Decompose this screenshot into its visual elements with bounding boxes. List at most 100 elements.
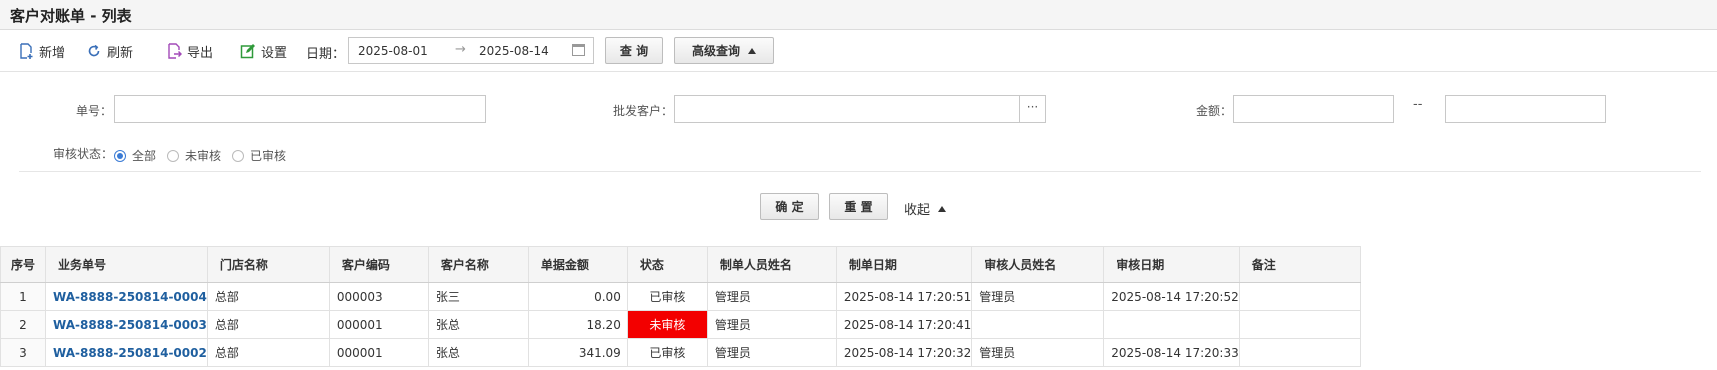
row-index: 2 bbox=[0, 310, 46, 339]
status-cell-unreviewed: 未审核 bbox=[626, 310, 708, 339]
table-row[interactable]: 1 WA-8888-250814-0004 总部 000003 张三 0.00 … bbox=[0, 282, 1361, 311]
status-cell: 已审核 bbox=[626, 338, 708, 367]
row-index: 1 bbox=[0, 282, 46, 311]
status-option-label: 已审核 bbox=[250, 149, 287, 163]
add-button[interactable]: 新增 bbox=[18, 40, 65, 62]
calendar-icon[interactable] bbox=[572, 44, 585, 56]
reset-label: 重 置 bbox=[844, 200, 873, 214]
creator-cell: 管理员 bbox=[706, 282, 837, 311]
column-header[interactable]: 单据金额 bbox=[527, 246, 628, 283]
status-radio-reviewed[interactable]: 已审核 bbox=[232, 147, 286, 164]
status-radio-all[interactable]: 全部 bbox=[114, 147, 156, 164]
created-date-cell: 2025-08-14 17:20:32 bbox=[835, 338, 973, 367]
title-bar: 客户对账单 - 列表 bbox=[0, 0, 1717, 30]
status-option-label: 未审核 bbox=[185, 149, 222, 163]
remark-cell bbox=[1238, 310, 1361, 339]
customer-picker-button[interactable]: ··· bbox=[1020, 95, 1046, 123]
column-header[interactable]: 制单日期 bbox=[835, 246, 973, 283]
add-document-icon bbox=[20, 43, 33, 59]
date-range-picker[interactable]: 2025-08-01 → 2025-08-14 bbox=[348, 37, 594, 64]
toolbar: 新增 刷新 导出 设置 日期： 2025-08-01 → 2025-08-14 … bbox=[0, 30, 1717, 72]
amount-cell: 18.20 bbox=[527, 310, 628, 339]
export-button[interactable]: 导出 bbox=[166, 40, 213, 62]
amount-label: 金额： bbox=[1196, 104, 1233, 118]
confirm-label: 确 定 bbox=[775, 200, 804, 214]
export-icon bbox=[168, 43, 182, 59]
collapse-toggle[interactable]: 收起 bbox=[904, 199, 947, 218]
reviewer-cell: 管理员 bbox=[971, 338, 1105, 367]
date-from-field[interactable]: 2025-08-01 bbox=[358, 44, 428, 58]
amount-from-input[interactable] bbox=[1233, 95, 1394, 123]
created-date-cell: 2025-08-14 17:20:51 bbox=[835, 282, 973, 311]
table-row[interactable]: 2 WA-8888-250814-0003 总部 000001 张总 18.20… bbox=[0, 310, 1361, 339]
radio-empty-icon bbox=[167, 149, 179, 162]
refresh-button[interactable]: 刷新 bbox=[86, 40, 133, 62]
created-date-cell: 2025-08-14 17:20:41 bbox=[835, 310, 973, 339]
radio-empty-icon bbox=[232, 149, 244, 162]
reset-button[interactable]: 重 置 bbox=[829, 193, 888, 220]
creator-cell: 管理员 bbox=[706, 338, 837, 367]
advanced-query-button[interactable]: 高级查询 bbox=[674, 37, 774, 64]
column-header[interactable]: 审核日期 bbox=[1103, 246, 1240, 283]
row-index: 3 bbox=[0, 338, 46, 367]
amount-separator: -- bbox=[1413, 97, 1423, 112]
column-header[interactable]: 客户编码 bbox=[328, 246, 429, 283]
status-radio-unreviewed[interactable]: 未审核 bbox=[167, 147, 221, 164]
column-header[interactable]: 状态 bbox=[626, 246, 708, 283]
column-header[interactable]: 备注 bbox=[1238, 246, 1361, 283]
order-no-input[interactable] bbox=[114, 95, 486, 123]
customer-label: 批发客户： bbox=[613, 104, 674, 118]
date-to-field[interactable]: 2025-08-14 bbox=[479, 44, 549, 58]
order-no-link[interactable]: WA-8888-250814-0002 bbox=[45, 338, 208, 367]
remark-cell bbox=[1238, 282, 1361, 311]
advanced-query-label: 高级查询 bbox=[691, 44, 740, 58]
review-date-cell: 2025-08-14 17:20:52 bbox=[1103, 282, 1240, 311]
order-no-label: 单号： bbox=[76, 104, 113, 118]
settings-button[interactable]: 设置 bbox=[240, 40, 287, 62]
column-header[interactable]: 客户名称 bbox=[427, 246, 529, 283]
statement-table: 序号 业务单号 门店名称 客户编码 客户名称 单据金额 状态 制单人员姓名 制单… bbox=[0, 246, 1361, 367]
store-name-cell: 总部 bbox=[206, 310, 330, 339]
remark-cell bbox=[1238, 338, 1361, 367]
amount-cell: 0.00 bbox=[527, 282, 628, 311]
collapse-label: 收起 bbox=[904, 203, 931, 218]
caret-up-icon bbox=[938, 205, 947, 212]
advanced-query-panel: 单号： 批发客户： ··· 金额： -- 审核状态： 全部 未审核 已审核 确 … bbox=[0, 73, 1717, 245]
amount-to-input[interactable] bbox=[1445, 95, 1606, 123]
column-header[interactable]: 序号 bbox=[0, 246, 46, 283]
column-header[interactable]: 门店名称 bbox=[206, 246, 330, 283]
table-header-row: 序号 业务单号 门店名称 客户编码 客户名称 单据金额 状态 制单人员姓名 制单… bbox=[0, 246, 1361, 283]
customer-name-cell: 张总 bbox=[427, 310, 529, 339]
add-label: 新增 bbox=[39, 45, 66, 61]
order-no-link[interactable]: WA-8888-250814-0003 bbox=[45, 310, 208, 339]
column-header[interactable]: 制单人员姓名 bbox=[706, 246, 837, 283]
settings-label: 设置 bbox=[261, 45, 288, 61]
caret-up-icon bbox=[748, 47, 756, 54]
review-date-cell bbox=[1103, 310, 1240, 339]
customer-input[interactable] bbox=[674, 95, 1020, 123]
customer-name-cell: 张三 bbox=[427, 282, 529, 311]
column-header[interactable]: 业务单号 bbox=[45, 246, 208, 283]
date-label: 日期： bbox=[306, 47, 346, 62]
amount-cell: 341.09 bbox=[527, 338, 628, 367]
query-button[interactable]: 查 询 bbox=[605, 37, 663, 64]
radio-selected-icon bbox=[114, 149, 126, 162]
status-cell: 已审核 bbox=[626, 282, 708, 311]
page-title: 客户对账单 - 列表 bbox=[10, 7, 132, 25]
customer-code-cell: 000001 bbox=[328, 310, 429, 339]
refresh-icon bbox=[88, 44, 100, 57]
creator-cell: 管理员 bbox=[706, 310, 837, 339]
table-row[interactable]: 3 WA-8888-250814-0002 总部 000001 张总 341.0… bbox=[0, 338, 1361, 367]
store-name-cell: 总部 bbox=[206, 338, 330, 367]
status-option-label: 全部 bbox=[132, 149, 157, 163]
store-name-cell: 总部 bbox=[206, 282, 330, 311]
date-range-arrow: → bbox=[455, 42, 466, 57]
export-label: 导出 bbox=[187, 45, 214, 61]
confirm-button[interactable]: 确 定 bbox=[760, 193, 819, 220]
status-label: 审核状态： bbox=[53, 147, 114, 161]
refresh-label: 刷新 bbox=[107, 45, 134, 61]
customer-code-cell: 000003 bbox=[328, 282, 429, 311]
reviewer-cell: 管理员 bbox=[971, 282, 1105, 311]
column-header[interactable]: 审核人员姓名 bbox=[971, 246, 1105, 283]
order-no-link[interactable]: WA-8888-250814-0004 bbox=[45, 282, 208, 311]
